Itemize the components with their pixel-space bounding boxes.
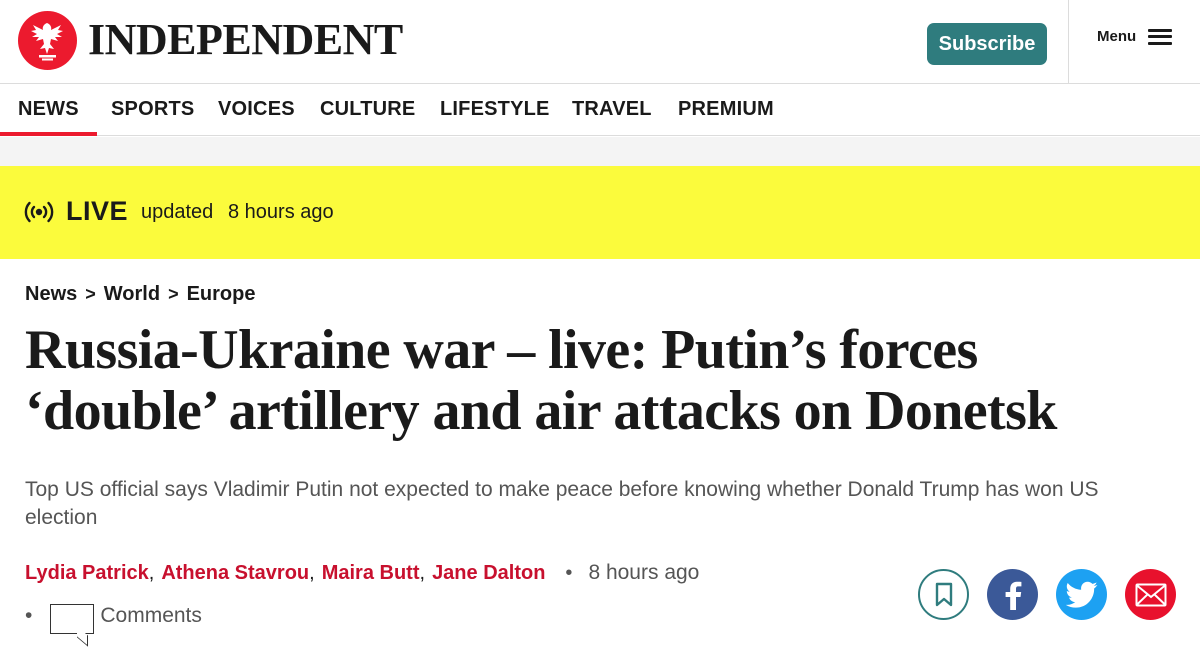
breadcrumb-world[interactable]: World <box>104 283 160 306</box>
author-separator: , <box>309 561 315 584</box>
comments-label[interactable]: Comments <box>100 604 202 628</box>
nav-item-travel[interactable]: TRAVEL <box>572 84 652 135</box>
header-divider <box>1068 0 1069 84</box>
hamburger-icon <box>1148 28 1173 45</box>
site-logo-text[interactable]: INDEPENDENT <box>88 14 403 66</box>
nav-item-sports[interactable]: SPORTS <box>111 84 194 135</box>
comment-icon <box>50 604 95 634</box>
article-standfirst: Top US official says Vladimir Putin not … <box>25 478 1099 529</box>
nav-item-culture[interactable]: CULTURE <box>320 84 415 135</box>
live-updated-label: updated <box>141 201 214 223</box>
author-separator: , <box>148 561 155 584</box>
author-link[interactable]: Athena Stavrou <box>161 562 309 585</box>
subscribe-button[interactable]: Subscribe <box>927 23 1047 65</box>
email-icon <box>1135 583 1166 606</box>
byline-bullet: • <box>565 561 573 584</box>
twitter-icon <box>1065 581 1097 608</box>
comments-link[interactable]: • Comments <box>25 598 202 634</box>
menu-label: Menu <box>1097 28 1137 45</box>
live-label: LIVE <box>66 196 129 226</box>
breadcrumb: News > World > Europe <box>25 283 255 306</box>
breadcrumb-news[interactable]: News <box>25 283 77 306</box>
twitter-share-button[interactable] <box>1056 569 1107 620</box>
eagle-logo-icon[interactable] <box>18 11 77 70</box>
author-link[interactable]: Maira Butt <box>322 562 420 585</box>
nav-item-news[interactable]: NEWS <box>0 84 97 136</box>
ad-spacer <box>0 137 1200 166</box>
byline: Lydia Patrick, Athena Stavrou, Maira But… <box>25 561 699 585</box>
breadcrumb-europe[interactable]: Europe <box>187 283 256 306</box>
menu-button[interactable]: Menu <box>1097 28 1173 45</box>
author-link[interactable]: Jane Dalton <box>432 562 545 585</box>
author-link[interactable]: Lydia Patrick <box>25 562 149 585</box>
bookmark-icon <box>935 582 952 606</box>
breadcrumb-separator: > <box>168 284 179 304</box>
section-nav: NEWS SPORTS VOICES CULTURE LIFESTYLE TRA… <box>0 84 1200 136</box>
email-share-button[interactable] <box>1125 569 1176 620</box>
nav-item-voices[interactable]: VOICES <box>218 84 295 135</box>
site-header: INDEPENDENT Subscribe Menu <box>0 0 1200 84</box>
live-updated-time: 8 hours ago <box>228 201 334 223</box>
comments-bullet: • <box>25 604 33 627</box>
nav-item-lifestyle[interactable]: LIFESTYLE <box>440 84 550 135</box>
breadcrumb-separator: > <box>85 284 96 304</box>
broadcast-icon <box>24 200 54 229</box>
article-headline: Russia-Ukraine war – live: Putin’s force… <box>25 319 1057 442</box>
facebook-share-button[interactable] <box>987 569 1038 620</box>
bookmark-button[interactable] <box>918 569 969 620</box>
article-timestamp: 8 hours ago <box>588 561 700 584</box>
nav-item-premium[interactable]: PREMIUM <box>678 84 774 135</box>
author-separator: , <box>419 561 426 584</box>
facebook-icon <box>1005 581 1021 610</box>
